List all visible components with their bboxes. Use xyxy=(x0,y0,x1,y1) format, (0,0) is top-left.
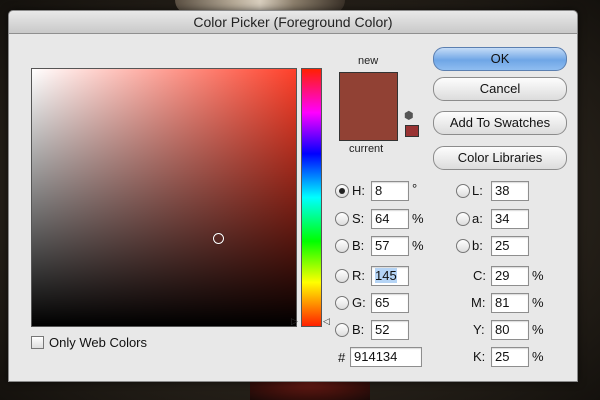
yellow-field[interactable]: 80 xyxy=(491,320,529,340)
a-channel-field[interactable]: 34 xyxy=(491,209,529,229)
brightness-label: B: xyxy=(352,238,365,253)
hue-field[interactable]: 8 xyxy=(371,181,409,201)
radio-red[interactable] xyxy=(335,269,349,283)
hue-slider[interactable] xyxy=(301,68,322,327)
b-channel-label: b: xyxy=(472,238,483,253)
window-title: Color Picker (Foreground Color) xyxy=(9,11,577,34)
magenta-unit: % xyxy=(532,295,544,310)
radio-blue[interactable] xyxy=(335,323,349,337)
magenta-label: M: xyxy=(471,295,486,310)
hue-unit: ° xyxy=(412,181,418,196)
cyan-field[interactable]: 29 xyxy=(491,266,529,286)
saturation-unit: % xyxy=(412,211,424,226)
current-color-swatch[interactable] xyxy=(340,106,397,140)
lightness-label: L: xyxy=(472,183,483,198)
ok-button[interactable]: OK xyxy=(433,47,567,71)
radio-lightness[interactable] xyxy=(456,184,470,198)
black-label: K: xyxy=(473,349,486,364)
color-picker-dialog: Color Picker (Foreground Color) ▷ ◁ new … xyxy=(8,10,578,382)
green-label: G: xyxy=(352,295,366,310)
magenta-field[interactable]: 81 xyxy=(491,293,529,313)
yellow-label: Y: xyxy=(473,322,485,337)
radio-brightness[interactable] xyxy=(335,239,349,253)
yellow-unit: % xyxy=(532,322,544,337)
hex-field[interactable]: 914134 xyxy=(350,347,422,367)
radio-a-channel[interactable] xyxy=(456,212,470,226)
color-preview xyxy=(339,72,398,141)
hex-label: # xyxy=(338,350,346,365)
red-value: 145 xyxy=(375,268,397,283)
saturation-field[interactable]: 64 xyxy=(371,209,409,229)
hue-slider-left-arrow-icon[interactable]: ▷ xyxy=(291,316,298,326)
brightness-field[interactable]: 57 xyxy=(371,236,409,256)
radio-b-channel[interactable] xyxy=(456,239,470,253)
websafe-color-chip[interactable] xyxy=(405,125,419,137)
cube-icon[interactable]: ⬢ xyxy=(404,111,414,122)
green-field[interactable]: 65 xyxy=(371,293,409,313)
saturation-label: S: xyxy=(352,211,365,226)
background-artwork-bottom xyxy=(250,382,370,400)
add-to-swatches-button[interactable]: Add To Swatches xyxy=(433,111,567,135)
cyan-label: C: xyxy=(473,268,486,283)
b-channel-field[interactable]: 25 xyxy=(491,236,529,256)
only-web-colors-checkbox[interactable] xyxy=(31,336,44,349)
color-picker-marker[interactable] xyxy=(213,233,224,244)
red-label: R: xyxy=(352,268,365,283)
new-color-swatch xyxy=(340,73,397,107)
brightness-unit: % xyxy=(412,238,424,253)
cyan-unit: % xyxy=(532,268,544,283)
red-field[interactable]: 145 xyxy=(371,266,409,286)
cancel-button[interactable]: Cancel xyxy=(433,77,567,101)
hue-slider-right-arrow-icon[interactable]: ◁ xyxy=(323,316,330,326)
blue-field[interactable]: 52 xyxy=(371,320,409,340)
color-libraries-button[interactable]: Color Libraries xyxy=(433,146,567,170)
a-channel-label: a: xyxy=(472,211,483,226)
saturation-brightness-field[interactable] xyxy=(31,68,297,327)
radio-saturation[interactable] xyxy=(335,212,349,226)
blue-label: B: xyxy=(352,322,365,337)
black-field[interactable]: 25 xyxy=(491,347,529,367)
current-color-label: current xyxy=(349,143,384,155)
lightness-field[interactable]: 38 xyxy=(491,181,529,201)
radio-green[interactable] xyxy=(335,296,349,310)
new-color-label: new xyxy=(358,55,379,67)
hue-label: H: xyxy=(352,183,365,198)
radio-hue[interactable] xyxy=(335,184,349,198)
only-web-colors-label[interactable]: Only Web Colors xyxy=(49,335,147,350)
black-unit: % xyxy=(532,349,544,364)
